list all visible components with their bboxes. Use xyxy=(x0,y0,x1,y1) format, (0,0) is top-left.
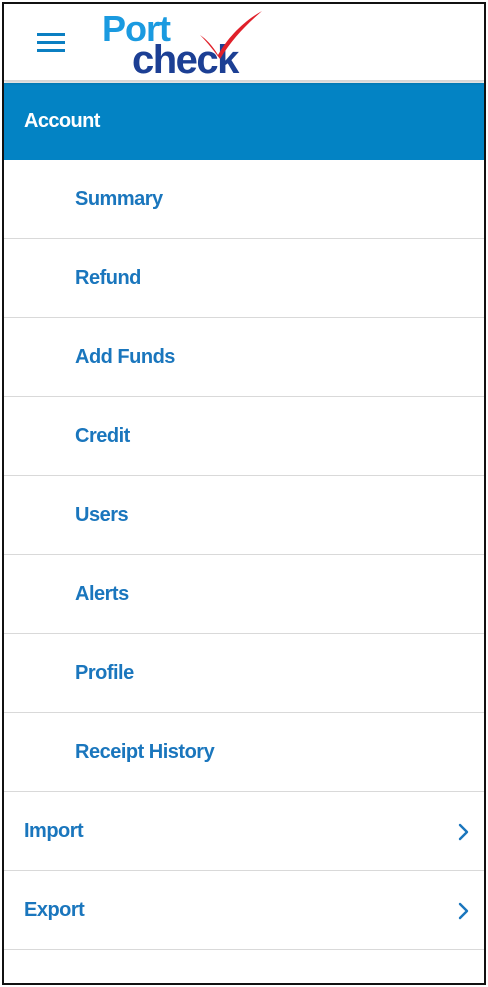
chevron-right-icon xyxy=(458,902,469,920)
menu-item-users[interactable]: Users xyxy=(4,476,484,555)
checkmark-icon xyxy=(200,11,262,59)
menu-item-export[interactable]: Export xyxy=(4,871,484,950)
menu-item-alerts[interactable]: Alerts xyxy=(4,555,484,634)
nav-menu: Summary Refund Add Funds Credit Users Al… xyxy=(4,160,484,950)
app-frame: Port check Account Summary Refund Add Fu… xyxy=(2,2,486,985)
menu-item-label: Receipt History xyxy=(75,740,215,763)
menu-item-import[interactable]: Import xyxy=(4,792,484,871)
menu-item-label: Export xyxy=(24,898,85,921)
menu-item-profile[interactable]: Profile xyxy=(4,634,484,713)
section-header-account[interactable]: Account xyxy=(4,83,484,160)
app-header: Port check xyxy=(4,4,484,81)
menu-item-label: Credit xyxy=(75,424,130,447)
menu-item-label: Import xyxy=(24,819,84,842)
menu-item-label: Alerts xyxy=(75,582,129,605)
menu-item-label: Profile xyxy=(75,661,134,684)
menu-item-label: Users xyxy=(75,503,129,526)
menu-item-label: Add Funds xyxy=(75,345,175,368)
menu-item-credit[interactable]: Credit xyxy=(4,397,484,476)
section-header-label: Account xyxy=(24,110,100,132)
menu-item-add-funds[interactable]: Add Funds xyxy=(4,318,484,397)
menu-item-summary[interactable]: Summary xyxy=(4,160,484,239)
menu-item-label: Summary xyxy=(75,187,163,210)
hamburger-icon[interactable] xyxy=(37,32,67,54)
portcheck-logo[interactable]: Port check xyxy=(100,7,272,80)
menu-item-refund[interactable]: Refund xyxy=(4,239,484,318)
menu-item-label: Refund xyxy=(75,266,141,289)
chevron-right-icon xyxy=(458,823,469,841)
menu-item-receipt-history[interactable]: Receipt History xyxy=(4,713,484,792)
